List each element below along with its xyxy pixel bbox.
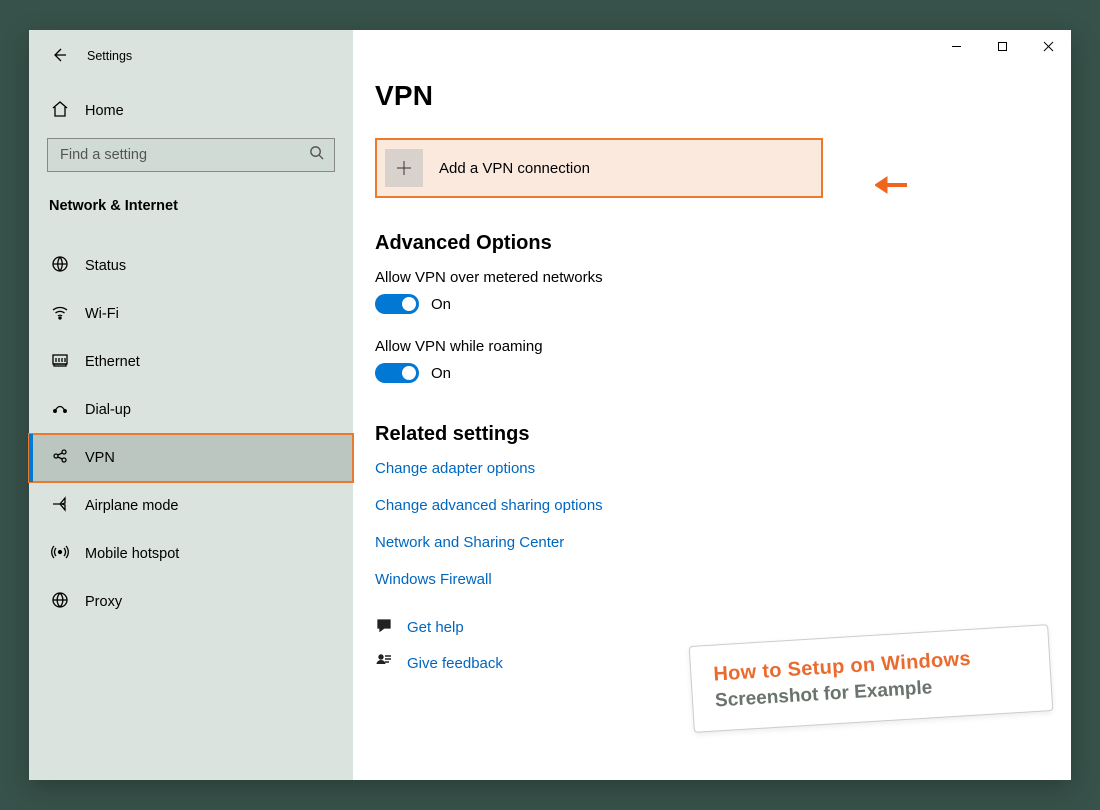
annotation-arrow-icon bbox=[875, 174, 909, 196]
proxy-icon bbox=[51, 591, 69, 613]
sidebar-section-title: Network & Internet bbox=[29, 172, 353, 228]
sidebar-item-label: Airplane mode bbox=[85, 498, 179, 514]
sidebar-item-ethernet[interactable]: Ethernet bbox=[29, 338, 353, 386]
opt-metered-label: Allow VPN over metered networks bbox=[375, 269, 1071, 286]
link-adapter-options[interactable]: Change adapter options bbox=[375, 460, 1071, 477]
add-vpn-button[interactable]: Add a VPN connection bbox=[375, 138, 823, 198]
sidebar: Settings Home Network & Internet Status … bbox=[29, 30, 353, 780]
settings-window: Settings Home Network & Internet Status … bbox=[29, 30, 1071, 780]
feedback-icon bbox=[375, 652, 393, 674]
plus-icon bbox=[385, 149, 423, 187]
sidebar-item-wifi[interactable]: Wi-Fi bbox=[29, 290, 353, 338]
add-vpn-label: Add a VPN connection bbox=[439, 160, 590, 177]
related-heading: Related settings bbox=[375, 423, 1071, 446]
page-title: VPN bbox=[375, 80, 1071, 112]
link-sharing-center[interactable]: Network and Sharing Center bbox=[375, 534, 1071, 551]
airplane-icon bbox=[51, 495, 69, 517]
toggle-metered-state: On bbox=[431, 296, 451, 313]
sidebar-nav: Status Wi-Fi Ethernet Dial-up VPN Airpla bbox=[29, 242, 353, 626]
sidebar-item-label: Mobile hotspot bbox=[85, 546, 179, 562]
vpn-icon bbox=[51, 447, 69, 469]
sidebar-item-label: Wi-Fi bbox=[85, 306, 119, 322]
sidebar-item-home[interactable]: Home bbox=[29, 86, 353, 136]
toggle-roaming[interactable] bbox=[375, 363, 419, 383]
give-feedback-label: Give feedback bbox=[407, 655, 503, 672]
home-icon bbox=[51, 100, 69, 122]
sidebar-item-vpn[interactable]: VPN bbox=[29, 434, 353, 482]
search-input[interactable] bbox=[58, 146, 309, 164]
sidebar-item-label: Ethernet bbox=[85, 354, 140, 370]
status-icon bbox=[51, 255, 69, 277]
sidebar-item-label: Proxy bbox=[85, 594, 122, 610]
advanced-options-heading: Advanced Options bbox=[375, 232, 1071, 255]
hotspot-icon bbox=[51, 543, 69, 565]
sidebar-item-proxy[interactable]: Proxy bbox=[29, 578, 353, 626]
ethernet-icon bbox=[51, 351, 69, 373]
sidebar-item-label: VPN bbox=[85, 450, 115, 466]
opt-roaming-label: Allow VPN while roaming bbox=[375, 338, 1071, 355]
sidebar-item-dialup[interactable]: Dial-up bbox=[29, 386, 353, 434]
svg-text:?: ? bbox=[383, 621, 387, 628]
home-label: Home bbox=[85, 103, 124, 119]
search-icon bbox=[309, 145, 324, 165]
get-help-label: Get help bbox=[407, 619, 464, 636]
toggle-roaming-state: On bbox=[431, 365, 451, 382]
wifi-icon bbox=[51, 303, 69, 325]
help-icon: ? bbox=[375, 616, 393, 638]
sidebar-item-label: Dial-up bbox=[85, 402, 131, 418]
back-button[interactable] bbox=[51, 47, 67, 66]
sidebar-item-label: Status bbox=[85, 258, 126, 274]
link-windows-firewall[interactable]: Windows Firewall bbox=[375, 571, 1071, 588]
sidebar-item-status[interactable]: Status bbox=[29, 242, 353, 290]
link-sharing-options[interactable]: Change advanced sharing options bbox=[375, 497, 1071, 514]
related-settings: Related settings Change adapter options … bbox=[375, 423, 1071, 588]
sidebar-item-airplane[interactable]: Airplane mode bbox=[29, 482, 353, 530]
dialup-icon bbox=[51, 399, 69, 421]
app-label: Settings bbox=[87, 49, 132, 63]
toggle-metered[interactable] bbox=[375, 294, 419, 314]
sidebar-item-hotspot[interactable]: Mobile hotspot bbox=[29, 530, 353, 578]
search-box[interactable] bbox=[47, 138, 335, 172]
sidebar-header: Settings bbox=[29, 40, 353, 72]
